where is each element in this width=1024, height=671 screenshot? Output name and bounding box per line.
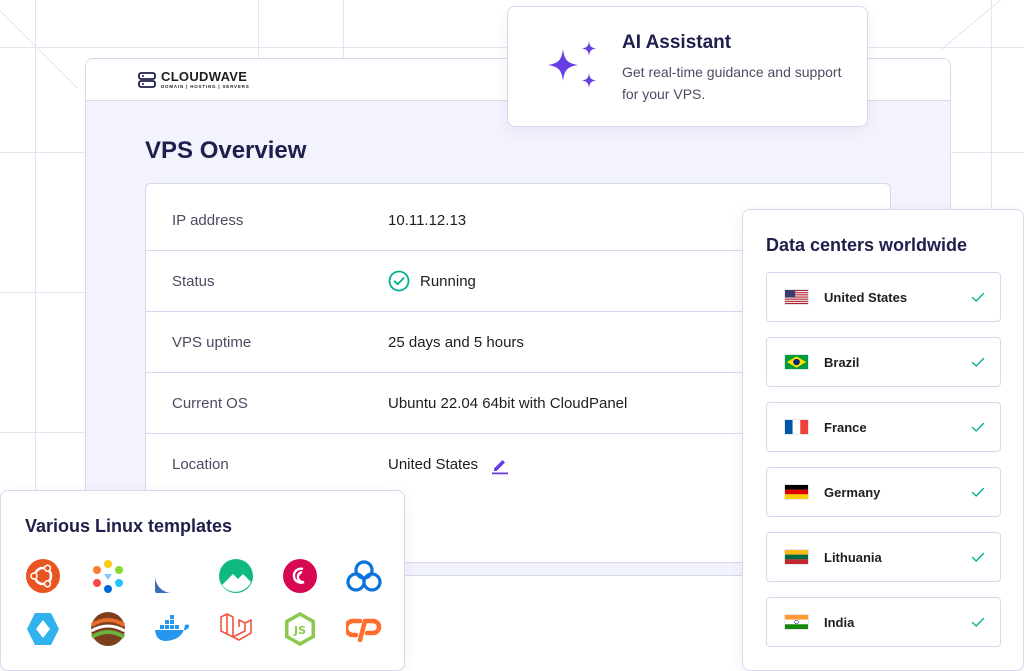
datacenter-item-united-states[interactable]: United States [766,272,1001,322]
plesk-icon[interactable] [25,611,61,647]
check-icon [971,552,985,562]
linux-templates-card: Various Linux templates JS [0,490,405,671]
current-os-value: Ubuntu 22.04 64bit with CloudPanel [388,395,627,412]
check-icon [971,422,985,432]
status-value: Running [388,270,476,292]
linux-templates-title: Various Linux templates [25,516,233,536]
fedora-icon[interactable] [154,558,190,594]
row-value-text: 25 days and 5 hours [388,333,524,351]
edit-pencil-icon[interactable] [490,455,510,475]
uptime-value: 25 days and 5 hours [388,334,524,351]
datacenter-name: France [824,419,867,435]
check-icon [971,617,985,627]
datacenter-item-lithuania[interactable]: Lithuania [766,532,1001,582]
check-circle-icon [388,270,410,292]
cloudlinux-icon[interactable] [346,558,382,594]
datacenter-name: Lithuania [824,549,882,565]
ai-assistant-description: Get real-time guidance and support for y… [622,64,842,102]
server-logo-icon [138,71,156,88]
check-icon [971,292,985,302]
ai-assistant-title: AI Assistant [622,32,732,53]
cloudwave-logo[interactable]: CLOUDWAVE DOMAIN | HOSTING | SERVERS [138,70,250,90]
grid-line [940,0,1024,51]
check-icon [971,357,985,367]
location-value: United States [388,455,510,475]
datacenter-item-france[interactable]: France [766,402,1001,452]
row-value-text: United States [388,456,479,473]
datacenter-item-india[interactable]: India [766,597,1001,647]
ip-address-value: 10.11.12.13 [388,212,466,229]
datacenter-item-brazil[interactable]: Brazil [766,337,1001,387]
datacenter-name: United States [824,289,908,305]
data-centers-title: Data centers worldwide [766,235,968,255]
cpanel-icon[interactable] [346,611,382,647]
docker-icon[interactable] [154,611,190,647]
ai-assistant-card[interactable]: AI Assistant Get real-time guidance and … [507,6,868,127]
row-label: Status [172,272,215,290]
laravel-icon[interactable] [218,611,254,647]
datacenter-name: Germany [824,484,881,500]
brand-name: CLOUDWAVE [161,68,248,84]
row-value-text: Running [420,272,476,290]
us-flag-icon [784,289,809,305]
centos-web-panel-icon[interactable] [90,611,126,647]
datacenter-name: India [824,614,855,630]
row-value-text: Ubuntu 22.04 64bit with CloudPanel [388,394,628,412]
svg-text:JS: JS [293,624,306,637]
row-label: IP address [172,211,244,229]
debian-icon[interactable] [282,558,318,594]
br-flag-icon [784,354,809,370]
de-flag-icon [784,484,809,500]
in-flag-icon [784,614,809,630]
row-label: Current OS [172,394,248,412]
fr-flag-icon [784,419,809,435]
lt-flag-icon [784,549,809,565]
brand-tagline: DOMAIN | HOSTING | SERVERS [161,83,250,89]
data-centers-card: Data centers worldwide United States Bra… [742,209,1024,671]
almalinux-icon[interactable] [90,558,126,594]
row-value-text: 10.11.12.13 [388,211,467,229]
sparkles-icon [548,41,597,88]
datacenter-item-germany[interactable]: Germany [766,467,1001,517]
datacenter-name: Brazil [824,354,860,370]
ubuntu-icon[interactable] [25,558,61,594]
page-title: VPS Overview [145,137,307,164]
check-icon [971,487,985,497]
row-label: Location [172,456,229,473]
row-label: VPS uptime [172,333,252,351]
grid-line [0,10,78,89]
nodejs-icon[interactable]: JS [282,611,318,647]
rocky-linux-icon[interactable] [218,558,254,594]
